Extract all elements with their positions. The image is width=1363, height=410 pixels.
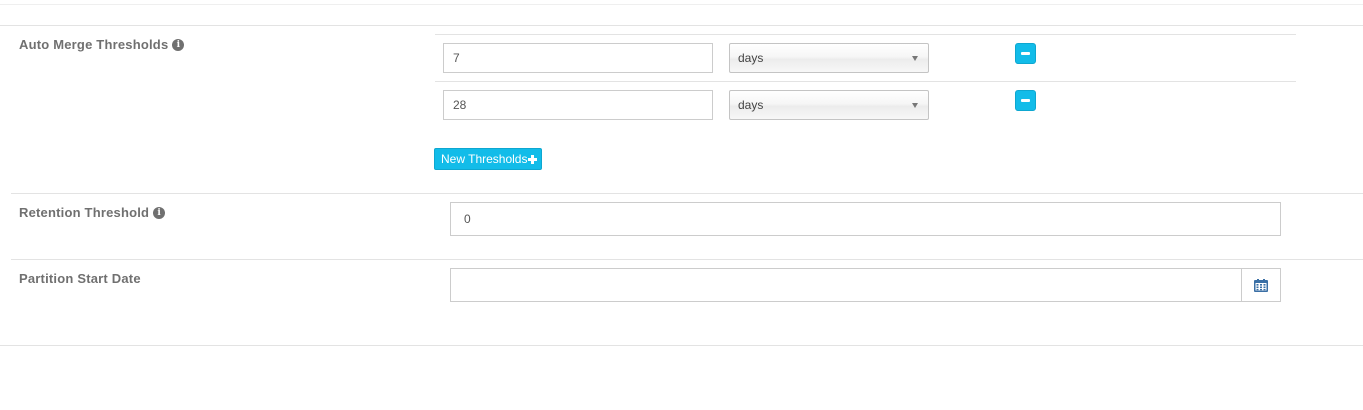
retention-value: 0 bbox=[464, 212, 471, 226]
new-thresholds-label: New Thresholds bbox=[441, 152, 528, 166]
retention-label: Retention Threshold i bbox=[19, 205, 166, 220]
new-thresholds-button[interactable]: New Thresholds bbox=[434, 148, 543, 170]
threshold-value-input-1[interactable]: 7 bbox=[443, 43, 713, 73]
threshold-value-1: 7 bbox=[453, 51, 460, 65]
minus-icon bbox=[1021, 52, 1030, 55]
threshold-unit-select-1[interactable]: days bbox=[729, 43, 929, 73]
threshold-unit-select-2[interactable]: days bbox=[729, 90, 929, 120]
calendar-icon bbox=[1254, 278, 1268, 292]
info-icon[interactable]: i bbox=[172, 38, 185, 51]
threshold-value-input-2[interactable]: 28 bbox=[443, 90, 713, 120]
info-icon[interactable]: i bbox=[153, 206, 166, 219]
auto-merge-label-text: Auto Merge Thresholds bbox=[19, 37, 169, 52]
remove-threshold-button-1[interactable] bbox=[1015, 43, 1036, 64]
threshold-unit-1: days bbox=[738, 51, 764, 65]
minus-icon bbox=[1021, 99, 1030, 102]
threshold-row-divider bbox=[435, 81, 1296, 82]
threshold-unit-2: days bbox=[738, 98, 764, 112]
remove-threshold-button-2[interactable] bbox=[1015, 90, 1036, 111]
partition-label-text: Partition Start Date bbox=[19, 271, 141, 286]
calendar-button[interactable] bbox=[1241, 268, 1281, 302]
partition-start-date-input[interactable] bbox=[450, 268, 1242, 302]
caret-down-icon bbox=[912, 103, 918, 108]
retention-threshold-input[interactable]: 0 bbox=[450, 202, 1281, 236]
section-divider-top bbox=[0, 25, 1363, 26]
retention-label-text: Retention Threshold bbox=[19, 205, 150, 220]
caret-down-icon bbox=[912, 56, 918, 61]
section-divider-retention bbox=[11, 193, 1363, 194]
top-divider bbox=[0, 4, 1363, 5]
threshold-value-2: 28 bbox=[453, 98, 467, 112]
section-divider-partition bbox=[11, 259, 1363, 260]
bottom-divider bbox=[0, 345, 1363, 346]
threshold-table-top-border bbox=[435, 34, 1296, 35]
auto-merge-label: Auto Merge Thresholds i bbox=[19, 37, 185, 52]
plus-icon bbox=[528, 154, 538, 164]
partition-label: Partition Start Date bbox=[19, 271, 141, 286]
